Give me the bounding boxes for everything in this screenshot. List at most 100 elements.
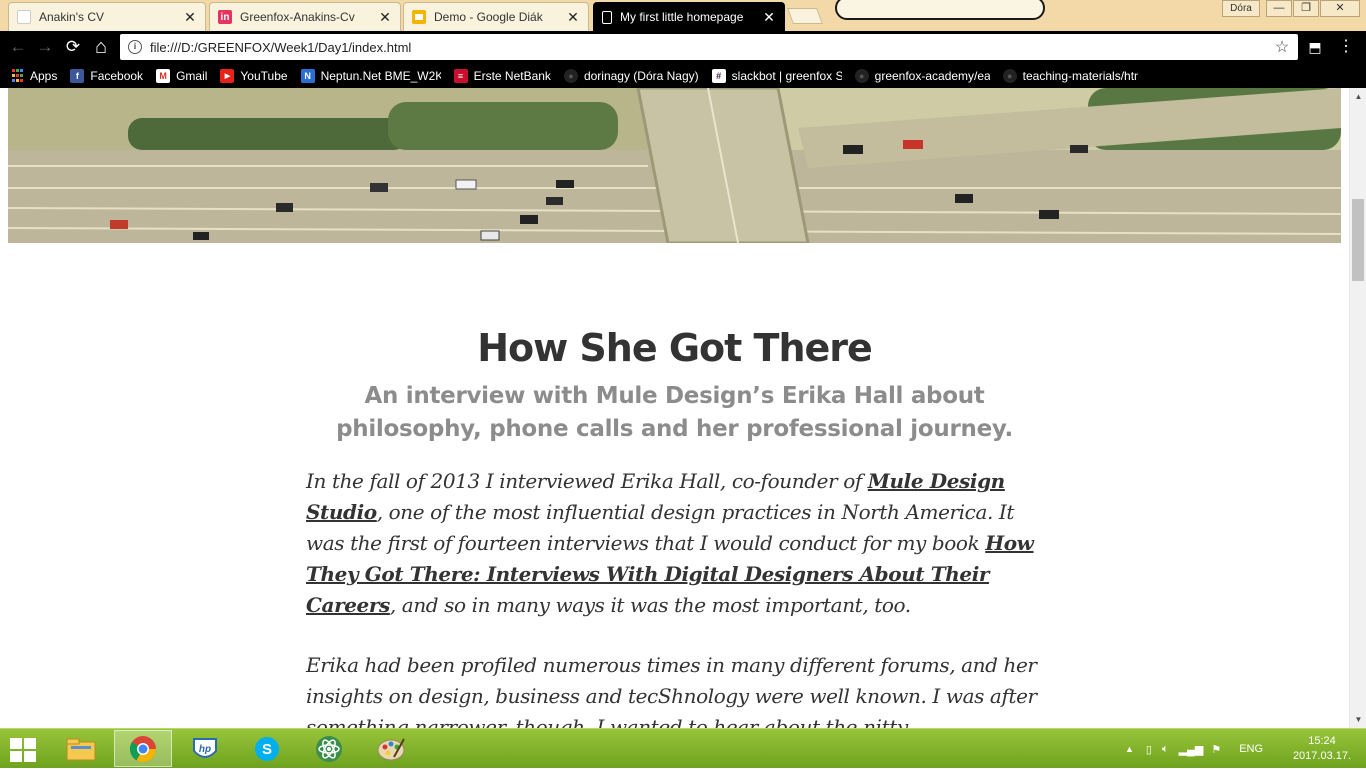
paragraph-text: In the fall of 2013 I interviewed Erika … bbox=[306, 469, 868, 493]
github-icon: ● bbox=[563, 68, 578, 83]
bookmark-facebook[interactable]: f Facebook bbox=[70, 68, 144, 83]
browser-toolbar: ← → ⟳ ⌂ i file:///D:/GREENFOX/Week1/Day1… bbox=[0, 31, 1366, 63]
google-slides-icon bbox=[412, 10, 426, 24]
article-paragraph: In the fall of 2013 I interviewed Erika … bbox=[306, 466, 1056, 621]
system-tray: ▲ ▯ 🔈︎ ▂▄▆ ⚑ ENG bbox=[1125, 729, 1263, 769]
atom-taskbar-button[interactable] bbox=[300, 730, 358, 767]
tab-demo-google-diak[interactable]: Demo - Google Diák ✕ bbox=[403, 2, 589, 31]
bookmark-label: greenfox-academy/eacademy bbox=[874, 68, 990, 83]
tab-greenfox-anakins-cv[interactable]: in Greenfox-Anakins-Cv ✕ bbox=[209, 2, 401, 31]
windows-taskbar: hp S ▲ ▯ 🔈︎ ▂▄▆ ⚑ ENG 15:24 2017.03.17. bbox=[0, 728, 1366, 768]
action-center-icon[interactable]: ▯ bbox=[1146, 743, 1152, 756]
close-icon[interactable]: ✕ bbox=[378, 9, 392, 26]
skype-icon: S bbox=[255, 736, 279, 761]
hp-icon: hp bbox=[193, 737, 217, 758]
bookmark-dorinagy[interactable]: ● dorinagy (Dóra Nagy) bbox=[563, 68, 699, 83]
theme-bone-decoration bbox=[835, 0, 1045, 20]
bookmark-apps[interactable]: Apps bbox=[10, 69, 57, 83]
svg-text:S: S bbox=[262, 741, 272, 758]
bookmark-gmail[interactable]: M Gmail bbox=[156, 68, 208, 83]
scroll-down-arrow-icon[interactable]: ▼ bbox=[1350, 711, 1366, 728]
neptun-icon: N bbox=[300, 68, 315, 83]
bookmark-label: teaching-materials/html bbox=[1022, 68, 1138, 83]
new-tab-button[interactable] bbox=[787, 8, 823, 24]
flag-icon[interactable]: ⚑ bbox=[1211, 743, 1221, 756]
paint-taskbar-button[interactable] bbox=[362, 730, 420, 767]
facebook-icon: f bbox=[70, 68, 85, 83]
show-hidden-icons-icon[interactable]: ▲ bbox=[1125, 744, 1134, 754]
vertical-scrollbar[interactable]: ▲ ▼ bbox=[1349, 88, 1366, 728]
bookmark-greenfox-academy[interactable]: ● greenfox-academy/eacademy bbox=[854, 68, 990, 83]
bookmark-label: Erste NetBank bbox=[473, 68, 551, 83]
tab-anakins-cv[interactable]: Anakin's CV ✕ bbox=[8, 2, 206, 31]
article-headline: How She Got There bbox=[477, 326, 873, 370]
bookmark-erste-netbank[interactable]: ≡ Erste NetBank bbox=[453, 68, 551, 83]
bookmark-label: Facebook bbox=[90, 68, 144, 83]
article-subhead: An interview with Mule Design’s Erika Ha… bbox=[336, 383, 1013, 442]
tab-my-first-little-homepage[interactable]: My first little homepage ✕ bbox=[593, 2, 785, 31]
svg-text:hp: hp bbox=[199, 744, 211, 755]
volume-icon[interactable]: 🔈︎ bbox=[1162, 743, 1169, 756]
info-icon[interactable]: i bbox=[128, 40, 142, 54]
minimize-button[interactable]: — bbox=[1266, 0, 1292, 17]
tab-strip: Anakin's CV ✕ in Greenfox-Anakins-Cv ✕ D… bbox=[0, 0, 1366, 31]
scroll-thumb[interactable] bbox=[1352, 199, 1364, 281]
bookmarks-bar: Apps f Facebook M Gmail ▶ YouTube N Nept… bbox=[0, 63, 1366, 88]
slack-icon: # bbox=[711, 68, 726, 83]
tab-title: Greenfox-Anakins-Cv bbox=[240, 10, 355, 24]
tab-title: Anakin's CV bbox=[39, 10, 104, 24]
bookmark-slackbot[interactable]: # slackbot | greenfox Slack bbox=[711, 68, 842, 83]
close-icon[interactable]: ✕ bbox=[566, 9, 580, 26]
close-window-button[interactable]: ✕ bbox=[1320, 0, 1360, 17]
atom-icon bbox=[316, 735, 342, 762]
tab-title: My first little homepage bbox=[620, 10, 744, 24]
reload-button[interactable]: ⟳ bbox=[62, 36, 84, 58]
youtube-icon: ▶ bbox=[220, 68, 235, 83]
menu-icon[interactable]: ⋮ bbox=[1338, 39, 1354, 55]
clock-date: 2017.03.17. bbox=[1292, 750, 1352, 762]
apps-grid-icon bbox=[10, 69, 24, 83]
chrome-taskbar-button[interactable] bbox=[114, 730, 172, 767]
hp-taskbar-button[interactable]: hp bbox=[176, 730, 234, 767]
url-text[interactable]: file:///D:/GREENFOX/Week1/Day1/index.htm… bbox=[150, 40, 1272, 55]
bookmark-label: Apps bbox=[30, 68, 58, 83]
back-button[interactable]: ← bbox=[7, 36, 29, 58]
clock-time: 15:24 bbox=[1308, 735, 1336, 747]
bookmark-label: Neptun.Net BME_W2K bbox=[320, 68, 441, 83]
hero-highway-image bbox=[8, 88, 1341, 243]
tab-title: Demo - Google Diák bbox=[434, 10, 543, 24]
document-icon bbox=[602, 10, 612, 24]
extension-icon[interactable]: ⬒ bbox=[1307, 39, 1323, 55]
article-paragraph: Erika had been profiled numerous times i… bbox=[306, 653, 1037, 728]
file-explorer-taskbar-button[interactable] bbox=[52, 730, 110, 767]
paragraph-text: , one of the most influential design pra… bbox=[306, 500, 1015, 555]
skype-taskbar-button[interactable]: S bbox=[238, 730, 296, 767]
windows-start-button[interactable] bbox=[10, 738, 38, 762]
bookmark-youtube[interactable]: ▶ YouTube bbox=[220, 68, 288, 83]
bookmark-label: Gmail bbox=[176, 68, 208, 83]
invision-icon: in bbox=[218, 10, 232, 24]
folder-icon bbox=[66, 738, 96, 760]
address-bar[interactable]: i file:///D:/GREENFOX/Week1/Day1/index.h… bbox=[120, 34, 1298, 60]
clock[interactable]: 15:24 2017.03.17. bbox=[1290, 734, 1354, 764]
page-viewport: How She Got There An interview with Mule… bbox=[0, 88, 1349, 728]
close-icon[interactable]: ✕ bbox=[183, 9, 197, 26]
forward-button[interactable]: → bbox=[34, 36, 56, 58]
bookmark-neptun[interactable]: N Neptun.Net BME_W2K bbox=[300, 68, 441, 83]
bookmark-label: YouTube bbox=[240, 68, 288, 83]
bookmark-label: slackbot | greenfox Slack bbox=[731, 68, 842, 83]
language-indicator[interactable]: ENG bbox=[1239, 743, 1263, 755]
profile-button[interactable]: Dóra bbox=[1222, 0, 1260, 17]
paint-icon bbox=[377, 738, 405, 760]
github-icon: ● bbox=[1002, 68, 1017, 83]
scroll-up-arrow-icon[interactable]: ▲ bbox=[1350, 88, 1366, 105]
restore-button[interactable]: ❐ bbox=[1293, 0, 1319, 17]
bookmark-teaching-materials[interactable]: ● teaching-materials/html bbox=[1002, 68, 1138, 83]
gmail-icon: M bbox=[156, 68, 171, 83]
network-signal-icon[interactable]: ▂▄▆ bbox=[1179, 743, 1204, 756]
bookmark-label: dorinagy (Dóra Nagy) bbox=[583, 68, 699, 83]
close-icon[interactable]: ✕ bbox=[762, 9, 776, 26]
bookmark-star-icon[interactable]: ☆ bbox=[1272, 37, 1292, 57]
home-button[interactable]: ⌂ bbox=[90, 36, 112, 58]
chrome-icon bbox=[129, 735, 157, 762]
